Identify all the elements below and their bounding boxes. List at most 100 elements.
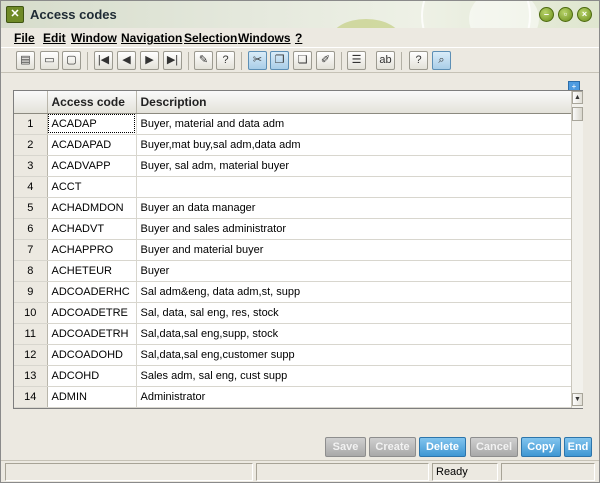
previous-record-icon[interactable]: ◀ (117, 51, 136, 70)
attach-icon[interactable]: ✎ (194, 51, 213, 70)
end-button[interactable]: End (564, 437, 592, 457)
description-cell[interactable]: Administrator (136, 386, 571, 408)
access-code-cell[interactable]: ACHETEUR (47, 260, 137, 282)
scroll-thumb[interactable] (572, 107, 583, 121)
status-text: Ready (432, 463, 498, 481)
copy-button[interactable]: Copy (521, 437, 561, 457)
row-number-cell[interactable]: 11 (14, 323, 48, 345)
access-code-cell[interactable]: ADCOADETRH (47, 323, 137, 345)
row-number-cell[interactable]: 12 (14, 344, 48, 366)
edit-icon[interactable]: ✐ (316, 51, 335, 70)
next-record-icon[interactable]: ▶ (140, 51, 159, 70)
table-row[interactable]: 5 ACHADMDON Buyer an data manager (14, 197, 571, 219)
column-header-description[interactable]: Description (136, 91, 571, 114)
access-code-cell[interactable]: ACADVAPP (47, 155, 137, 177)
menu-window[interactable]: Window (71, 31, 117, 45)
row-number-cell[interactable]: 3 (14, 155, 48, 177)
info-icon[interactable]: ? (216, 51, 235, 70)
table-row[interactable]: 11 ADCOADETRH Sal,data,sal eng,supp, stock (14, 323, 571, 345)
access-code-cell[interactable]: ACCT (47, 176, 137, 198)
preview-icon[interactable]: ▢ (62, 51, 81, 70)
delete-button[interactable]: Delete (419, 437, 466, 457)
row-number-cell[interactable]: 13 (14, 365, 48, 387)
access-code-cell[interactable]: ADMIN (47, 386, 137, 408)
column-header-access-code[interactable]: Access code (47, 91, 137, 114)
description-cell[interactable] (136, 176, 571, 198)
access-code-cell[interactable]: ACADAP (47, 113, 137, 135)
scroll-up-icon[interactable]: ▲ (572, 91, 583, 104)
vertical-scrollbar[interactable]: ▲ ▼ (571, 91, 583, 408)
help-icon[interactable]: ? (409, 51, 428, 70)
row-number-cell[interactable]: 1 (14, 113, 48, 135)
save-button[interactable]: Save (325, 437, 366, 457)
description-cell[interactable]: Buyer, sal adm, material buyer (136, 155, 571, 177)
table-row[interactable]: 8 ACHETEUR Buyer (14, 260, 571, 282)
access-code-cell[interactable]: ADCOADOHD (47, 344, 137, 366)
row-number-cell[interactable]: 6 (14, 218, 48, 240)
table-row[interactable]: 7 ACHAPPRO Buyer and material buyer (14, 239, 571, 261)
copy-icon[interactable]: ❐ (270, 51, 289, 70)
table-row[interactable]: 6 ACHADVT Buyer and sales administrator (14, 218, 571, 240)
close-icon[interactable]: × (577, 7, 592, 22)
description-cell[interactable]: Buyer,mat buy,sal adm,data adm (136, 134, 571, 156)
row-number-cell[interactable]: 7 (14, 239, 48, 261)
row-number-cell[interactable]: 14 (14, 386, 48, 408)
table-row[interactable]: 4 ACCT (14, 176, 571, 198)
scroll-down-icon[interactable]: ▼ (572, 393, 583, 406)
access-code-cell[interactable]: ACHADVT (47, 218, 137, 240)
description-cell[interactable]: Buyer (136, 260, 571, 282)
menu-edit[interactable]: Edit (43, 31, 66, 45)
access-code-cell[interactable]: ACHADMDON (47, 197, 137, 219)
table-row[interactable]: 2 ACADAPAD Buyer,mat buy,sal adm,data adm (14, 134, 571, 156)
description-cell[interactable]: Sal,data,sal eng,customer supp (136, 344, 571, 366)
first-record-icon[interactable]: |◀ (94, 51, 113, 70)
access-code-cell[interactable]: ACADAPAD (47, 134, 137, 156)
description-cell[interactable]: Buyer and material buyer (136, 239, 571, 261)
search-icon[interactable]: ⌕ (432, 51, 451, 70)
description-cell[interactable]: Sal, data, sal eng, res, stock (136, 302, 571, 324)
create-button[interactable]: Create (369, 437, 416, 457)
row-number-cell[interactable]: 2 (14, 134, 48, 156)
table-row[interactable]: 12 ADCOADOHD Sal,data,sal eng,customer sup… (14, 344, 571, 366)
access-code-cell[interactable]: ADCOADERHC (47, 281, 137, 303)
row-number-cell[interactable]: 5 (14, 197, 48, 219)
new-document-icon[interactable]: ▤ (16, 51, 35, 70)
description-cell[interactable]: Sales adm, sal eng, cust supp (136, 365, 571, 387)
maximize-icon[interactable]: ▫ (558, 7, 573, 22)
table-row[interactable]: 9 ADCOADERHC Sal adm&eng, data adm,st, sup… (14, 281, 571, 303)
description-cell[interactable]: Sal,data,sal eng,supp, stock (136, 323, 571, 345)
access-code-cell[interactable]: ADCOADETRE (47, 302, 137, 324)
menu-navigation[interactable]: Navigation (121, 31, 182, 45)
row-number-cell[interactable]: 4 (14, 176, 48, 198)
list-icon[interactable]: ☰ (347, 51, 366, 70)
access-codes-grid: Access code Description 1 ACADAP Buyer, ma… (13, 90, 583, 409)
menu-windows[interactable]: Windows (238, 31, 291, 45)
text-field-icon[interactable]: ab (376, 51, 395, 70)
description-cell[interactable]: Sal adm&eng, data adm,st, supp (136, 281, 571, 303)
row-number-cell[interactable]: 8 (14, 260, 48, 282)
description-cell[interactable]: Buyer and sales administrator (136, 218, 571, 240)
toolbar: ▤ ▭ ▢ |◀ ◀ ▶ ▶| ✎ ? ✂ ❐ ❏ ✐ ☰ ab ? ⌕ (1, 47, 599, 73)
cut-icon[interactable]: ✂ (248, 51, 267, 70)
table-row[interactable]: 1 ACADAP Buyer, material and data adm (14, 113, 571, 135)
minimize-icon[interactable]: – (539, 7, 554, 22)
row-number-cell[interactable]: 9 (14, 281, 48, 303)
menu-file[interactable]: File (14, 31, 35, 45)
description-cell[interactable]: Buyer an data manager (136, 197, 571, 219)
last-record-icon[interactable]: ▶| (163, 51, 182, 70)
access-code-cell[interactable]: ADCOHD (47, 365, 137, 387)
row-number-cell[interactable]: 10 (14, 302, 48, 324)
cancel-button[interactable]: Cancel (470, 437, 518, 457)
print-icon[interactable]: ▭ (40, 51, 59, 70)
menu-selection[interactable]: Selection (184, 31, 237, 45)
description-cell[interactable]: Buyer, material and data adm (136, 113, 571, 135)
menu-help[interactable]: ? (295, 31, 302, 45)
table-row[interactable]: 3 ACADVAPP Buyer, sal adm, material buyer (14, 155, 571, 177)
row-number-header[interactable] (14, 91, 48, 114)
title-bar[interactable]: ✕ Access codes – ▫ × (1, 1, 599, 28)
table-row[interactable]: 13 ADCOHD Sales adm, sal eng, cust supp (14, 365, 571, 387)
table-row[interactable]: 10 ADCOADETRE Sal, data, sal eng, res, sto… (14, 302, 571, 324)
paste-icon[interactable]: ❏ (293, 51, 312, 70)
table-row[interactable]: 14 ADMIN Administrator (14, 386, 571, 408)
access-code-cell[interactable]: ACHAPPRO (47, 239, 137, 261)
